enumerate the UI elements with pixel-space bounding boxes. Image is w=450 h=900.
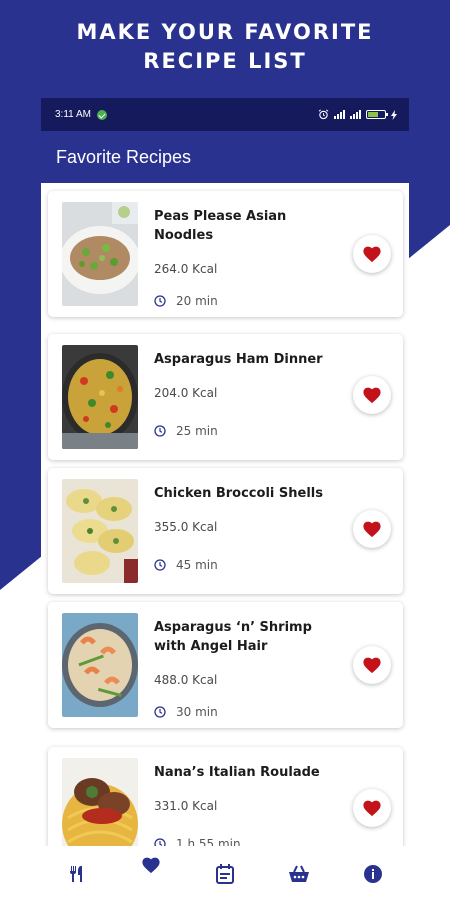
status-icons	[318, 109, 397, 120]
recipe-time-label: 25 min	[176, 424, 218, 438]
nav-info[interactable]	[353, 854, 393, 894]
recipe-title: Asparagus ‘n’ Shrimp with Angel Hair	[154, 620, 312, 654]
recipe-calories: 204.0 Kcal	[154, 386, 218, 400]
info-icon	[364, 865, 382, 883]
promo-line-2: RECIPE LIST	[143, 49, 307, 73]
basket-icon	[289, 865, 309, 882]
recipe-card[interactable]: Chicken Broccoli Shells 355.0 Kcal 45 mi…	[48, 468, 403, 594]
clock-icon	[154, 706, 166, 718]
signal-icon	[334, 110, 345, 119]
recipe-image	[62, 202, 138, 306]
bottom-navigation	[0, 848, 450, 900]
heart-icon	[363, 657, 381, 674]
recipe-image	[62, 758, 138, 846]
recipe-time-label: 45 min	[176, 558, 218, 572]
nav-planner[interactable]	[205, 854, 245, 894]
clock-icon	[154, 295, 166, 307]
recipe-title: Nana’s Italian Roulade	[154, 765, 320, 780]
promo-line-1: MAKE YOUR FAVORITE	[76, 20, 374, 44]
signal-icon-2	[350, 110, 361, 119]
recipe-image	[62, 479, 138, 583]
favorite-button[interactable]	[353, 235, 391, 273]
recipe-calories: 264.0 Kcal	[154, 262, 218, 276]
recipe-image	[62, 613, 138, 717]
nav-shopping[interactable]	[279, 854, 319, 894]
recipe-time: 45 min	[154, 558, 218, 572]
recipe-time: 20 min	[154, 294, 218, 308]
calendar-icon	[216, 864, 234, 884]
page-title: Favorite Recipes	[56, 146, 192, 167]
recipe-calories: 331.0 Kcal	[154, 799, 218, 813]
favorite-button[interactable]	[353, 376, 391, 414]
recipe-time-label: 30 min	[176, 705, 218, 719]
clock-icon	[154, 559, 166, 571]
heart-icon	[363, 246, 381, 263]
recipe-title: Asparagus Ham Dinner	[154, 352, 323, 367]
app-bar: Favorite Recipes	[41, 131, 409, 183]
nav-recipes[interactable]	[57, 854, 97, 894]
status-time: 3:11 AM	[55, 109, 91, 120]
heart-icon	[142, 857, 160, 874]
recipe-time: 30 min	[154, 705, 218, 719]
phone-screen: 3:11 AM Favorite Recipes Peas Please Asi…	[41, 98, 409, 900]
recipe-calories: 355.0 Kcal	[154, 520, 218, 534]
utensils-icon	[70, 866, 82, 882]
recipe-time: 25 min	[154, 424, 218, 438]
recipe-title: Chicken Broccoli Shells	[154, 486, 323, 501]
status-bar: 3:11 AM	[41, 98, 409, 131]
clock-icon	[154, 425, 166, 437]
recipe-time-label: 20 min	[176, 294, 218, 308]
recipe-title: Peas Please Asian Noodles	[154, 209, 287, 243]
promo-headline: MAKE YOUR FAVORITE RECIPE LIST	[0, 18, 450, 76]
whatsapp-notification-icon	[96, 109, 107, 120]
heart-icon	[363, 521, 381, 538]
favorite-button[interactable]	[353, 789, 391, 827]
favorite-button[interactable]	[353, 510, 391, 548]
recipe-calories: 488.0 Kcal	[154, 673, 218, 687]
recipe-list[interactable]: Peas Please Asian Noodles 264.0 Kcal 20 …	[41, 183, 409, 846]
recipe-card[interactable]: Asparagus Ham Dinner 204.0 Kcal 25 min	[48, 334, 403, 460]
nav-favorites[interactable]	[131, 845, 171, 885]
heart-icon	[363, 800, 381, 817]
recipe-time-label: 1 h 55 min	[176, 837, 241, 846]
battery-icon	[366, 110, 388, 119]
recipe-image	[62, 345, 138, 449]
alarm-icon	[318, 109, 329, 120]
recipe-card[interactable]: Asparagus ‘n’ Shrimp with Angel Hair 488…	[48, 602, 403, 728]
heart-icon	[363, 387, 381, 404]
charging-icon	[391, 109, 397, 120]
favorite-button[interactable]	[353, 646, 391, 684]
recipe-card[interactable]: Peas Please Asian Noodles 264.0 Kcal 20 …	[48, 191, 403, 317]
recipe-card[interactable]: Nana’s Italian Roulade 331.0 Kcal 1 h 55…	[48, 747, 403, 846]
